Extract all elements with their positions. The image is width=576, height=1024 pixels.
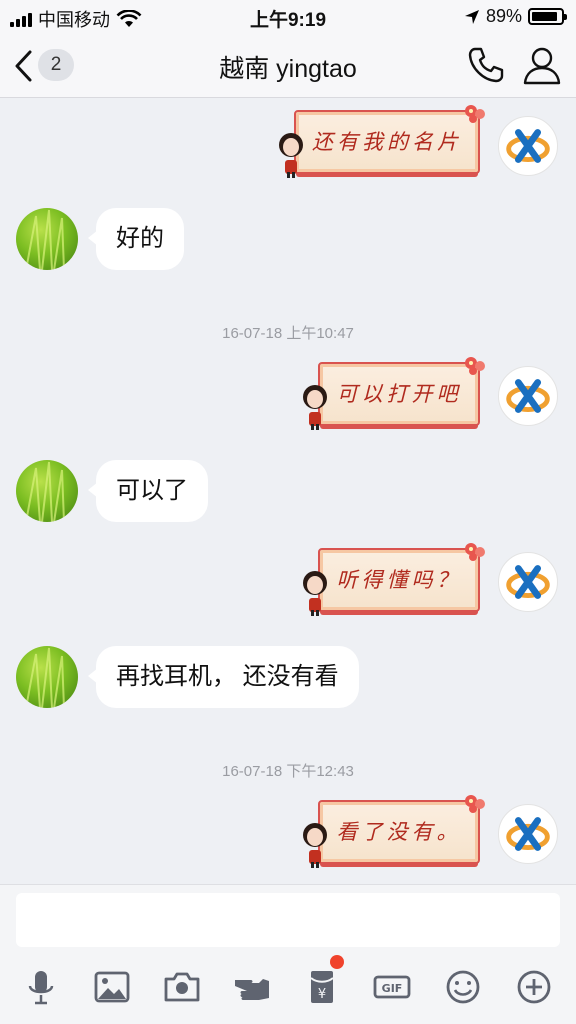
message-row: 看了没有。 [0,795,576,872]
camera-button[interactable] [160,965,204,1009]
contact-avatar[interactable] [16,208,78,270]
sticker-text: 听得懂吗？ [318,548,480,615]
battery-percent: 89% [485,6,522,26]
input-toolbar: ¥ GIF [0,955,576,1011]
my-avatar[interactable] [498,116,558,176]
svg-text:GIF: GIF [382,982,403,995]
poke-button[interactable] [230,965,274,1009]
message-row: 再找耳机， 还没有看 [0,646,576,708]
my-avatar[interactable] [498,804,558,864]
flower-icon [465,357,485,375]
profile-button[interactable] [522,44,562,86]
message-row: 好的 [0,208,576,270]
grass-avatar-icon [25,209,65,270]
sticker-message[interactable]: 还有我的名片 [279,105,485,180]
input-bar: ¥ GIF [0,884,576,1024]
my-avatar[interactable] [498,552,558,612]
text-message[interactable]: 好的 [88,208,184,270]
more-button[interactable] [512,965,556,1009]
sticker-text: 还有我的名片 [294,110,480,177]
sticker-message[interactable]: 听得懂吗？ [303,543,485,618]
cartoon-girl-icon [303,571,327,616]
message-row: 可以打开吧 [0,357,576,434]
photo-button[interactable] [90,965,134,1009]
emoji-icon [446,970,480,1004]
timestamp: 16-07-18 下午12:43 [222,763,354,780]
location-arrow-icon [464,9,479,24]
unread-count-badge[interactable]: 2 [38,49,74,81]
cartoon-girl-icon [279,133,303,178]
status-bar: 中国移动 上午9:19 89% [0,0,576,32]
flower-icon [465,105,485,123]
sticker-message[interactable]: 看了没有。 [303,795,485,870]
logo-x-icon [506,129,550,163]
chat-header: 2 越南 yingtao [0,32,576,98]
logo-x-icon [506,565,550,599]
voice-button[interactable] [19,965,63,1009]
logo-x-icon [506,817,550,851]
svg-text:¥: ¥ [318,987,326,1002]
text-message[interactable]: 再找耳机， 还没有看 [88,646,359,708]
poke-hand-icon [235,979,269,1000]
flower-icon [465,795,485,813]
notification-dot [330,955,344,969]
grass-avatar-icon [25,647,65,708]
phone-call-button[interactable] [466,45,506,85]
microphone-icon [28,971,54,1005]
cartoon-girl-icon [303,385,327,430]
status-right: 89% [464,6,567,27]
text-message[interactable]: 可以了 [88,460,208,522]
red-packet-icon: ¥ [310,971,334,1003]
emoji-button[interactable] [441,965,485,1009]
my-avatar[interactable] [498,366,558,426]
message-list[interactable]: 还有我的名片 好的 16-07-18 上午10:47 可以打开吧 可以了 听得懂… [0,98,576,884]
sticker-text: 可以打开吧 [318,362,480,429]
message-row: 可以了 [0,460,576,522]
timestamp: 16-07-18 上午10:47 [222,325,354,342]
message-input[interactable] [16,893,560,947]
grass-avatar-icon [25,461,65,522]
sticker-text: 看了没有。 [318,800,480,867]
contact-avatar[interactable] [16,646,78,708]
battery-level [532,12,557,21]
logo-x-icon [506,379,550,413]
cartoon-girl-icon [303,823,327,868]
camera-icon [164,972,200,1002]
message-row: 听得懂吗？ [0,543,576,620]
message-row: 还有我的名片 [0,105,576,182]
plus-icon [517,970,551,1004]
gif-button[interactable]: GIF [370,965,414,1009]
contact-avatar[interactable] [16,460,78,522]
battery-icon [528,8,567,25]
sticker-message[interactable]: 可以打开吧 [303,357,485,432]
red-packet-button[interactable]: ¥ [300,955,344,1009]
gif-icon: GIF [373,975,411,999]
flower-icon [465,543,485,561]
image-icon [94,971,130,1003]
